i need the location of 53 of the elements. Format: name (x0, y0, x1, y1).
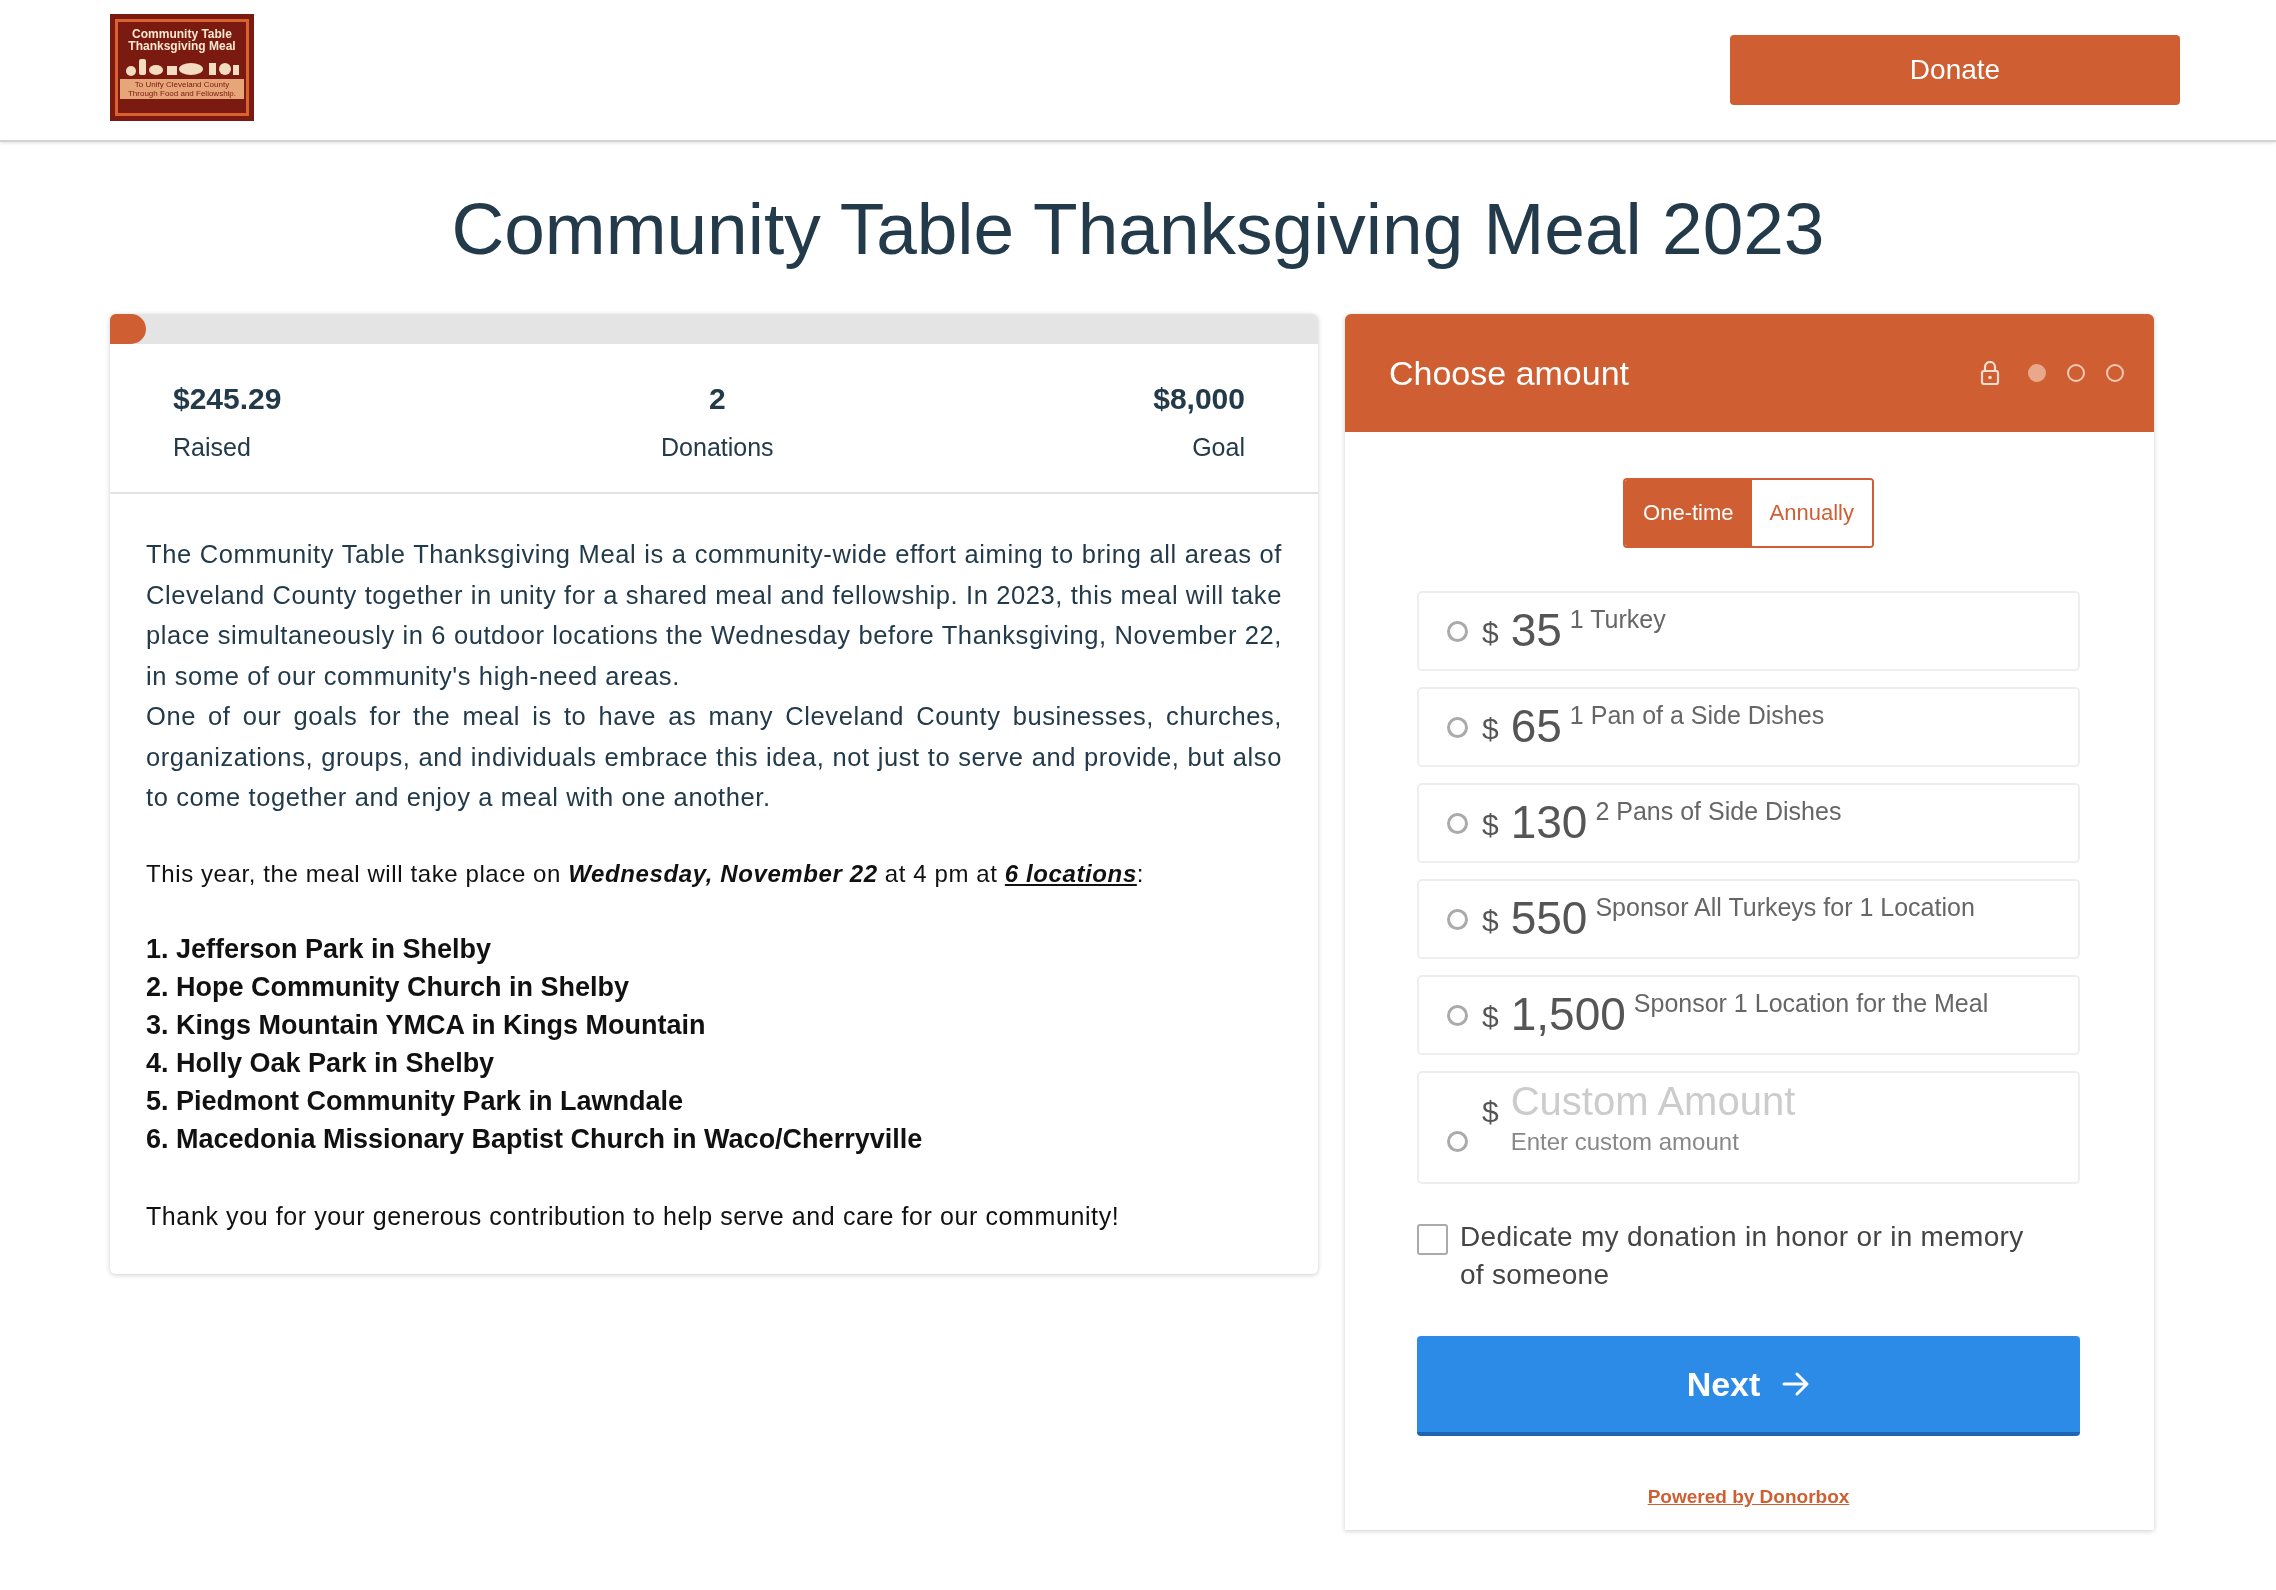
schedule-sentence: This year, the meal will take place on Wednesday, November 22 at 4 pm at 6 locations: (146, 858, 1146, 889)
logo-tagline: To Unify Cleveland County Through Food and Fellowship. (120, 78, 244, 99)
location-item: 3. Kings Mountain YMCA in Kings Mountain (146, 1008, 707, 1042)
arrow-right-icon (1782, 1372, 1811, 1396)
stat-label: Donations (661, 432, 774, 462)
stat-label: Raised (173, 432, 252, 462)
logo-title: Community Table Thanksgiving Meal (127, 27, 237, 52)
amount-description: 2 Pans of Side Dishes (1595, 797, 1842, 826)
location-item: 1. Jefferson Park in Shelby (146, 932, 493, 966)
frequency-tab[interactable]: One-time (1625, 480, 1752, 546)
description-paragraph: The Community Table Thanksgiving Meal is a community-wide effort aiming to bring all areas of Cleveland County together in unity for a shared meal and fellowship. In 2023, this meal will take place simultaneously in 6 outdoor locations the Wednesday before Thanksgiving, November 22, in some of our community's high-need areas. (146, 539, 1282, 692)
currency-symbol: $ (1482, 712, 1499, 746)
locations-link[interactable]: 6 locations (1004, 859, 1137, 887)
currency-symbol: $ (1482, 808, 1499, 842)
stat-label: Goal (1192, 432, 1245, 462)
currency-symbol: $ (1482, 1095, 1499, 1129)
dedicate-checkbox[interactable] (1417, 1224, 1448, 1255)
donate-button[interactable]: Donate (1730, 35, 2180, 105)
radio-button[interactable] (1447, 813, 1468, 834)
amount-value: 1,500 (1510, 989, 1626, 1039)
currency-symbol: $ (1482, 904, 1499, 938)
location-item: 6. Macedonia Missionary Baptist Church in Waco/Cherryville (146, 1122, 924, 1156)
amount-value: 65 (1510, 701, 1562, 751)
thank-you-text: Thank you for your generous contribution to help serve and care for our community! (146, 1200, 1121, 1232)
amount-value: 35 (1510, 605, 1562, 655)
radio-button[interactable] (1447, 621, 1468, 642)
amount-description: 1 Turkey (1569, 605, 1666, 634)
logo[interactable]: Community Table Thanksgiving Meal To Unify Cleveland County Through Food and Fellowship. (110, 13, 254, 121)
powered-by-link[interactable]: Powered by Donorbox (1647, 1486, 1850, 1508)
location-item: 4. Holly Oak Park in Shelby (146, 1046, 496, 1080)
amount-value: 130 (1510, 797, 1588, 847)
radio-button[interactable] (1447, 717, 1468, 738)
stat-value: 2 (709, 382, 726, 416)
currency-symbol: $ (1482, 616, 1499, 650)
amount-description: Sponsor 1 Location for the Meal (1633, 989, 1989, 1018)
dedicate-label: Dedicate my donation in honor or in memory of someone (1460, 1220, 2025, 1292)
page-title: Community Table Thanksgiving Meal 2023 (450, 187, 1826, 271)
radio-button[interactable] (1447, 909, 1468, 930)
stat-value: $245.29 (173, 382, 282, 416)
radio-button[interactable] (1447, 1005, 1468, 1026)
next-button[interactable]: Next (1417, 1336, 2080, 1436)
currency-symbol: $ (1482, 1000, 1499, 1034)
description-paragraph: One of our goals for the meal is to have as many Cleveland County businesses, churches, organizations, groups, and individuals embrace this idea, not just to serve and provide, but also to come together and enjoy a meal with one another. (146, 701, 1282, 813)
amount-value: 550 (1510, 893, 1588, 943)
location-item: 5. Piedmont Community Park in Lawndale (146, 1084, 685, 1118)
custom-amount-hint: Enter custom amount (1510, 1128, 1740, 1156)
amount-description: Sponsor All Turkeys for 1 Location (1595, 893, 1975, 922)
radio-button[interactable] (1447, 1131, 1468, 1152)
location-item: 2. Hope Community Church in Shelby (146, 970, 631, 1004)
lock-icon (1980, 360, 2000, 386)
amount-description: 1 Pan of a Side Dishes (1569, 701, 1825, 730)
stat-value: $8,000 (1153, 382, 1245, 416)
form-title: Choose amount (1389, 353, 1631, 393)
